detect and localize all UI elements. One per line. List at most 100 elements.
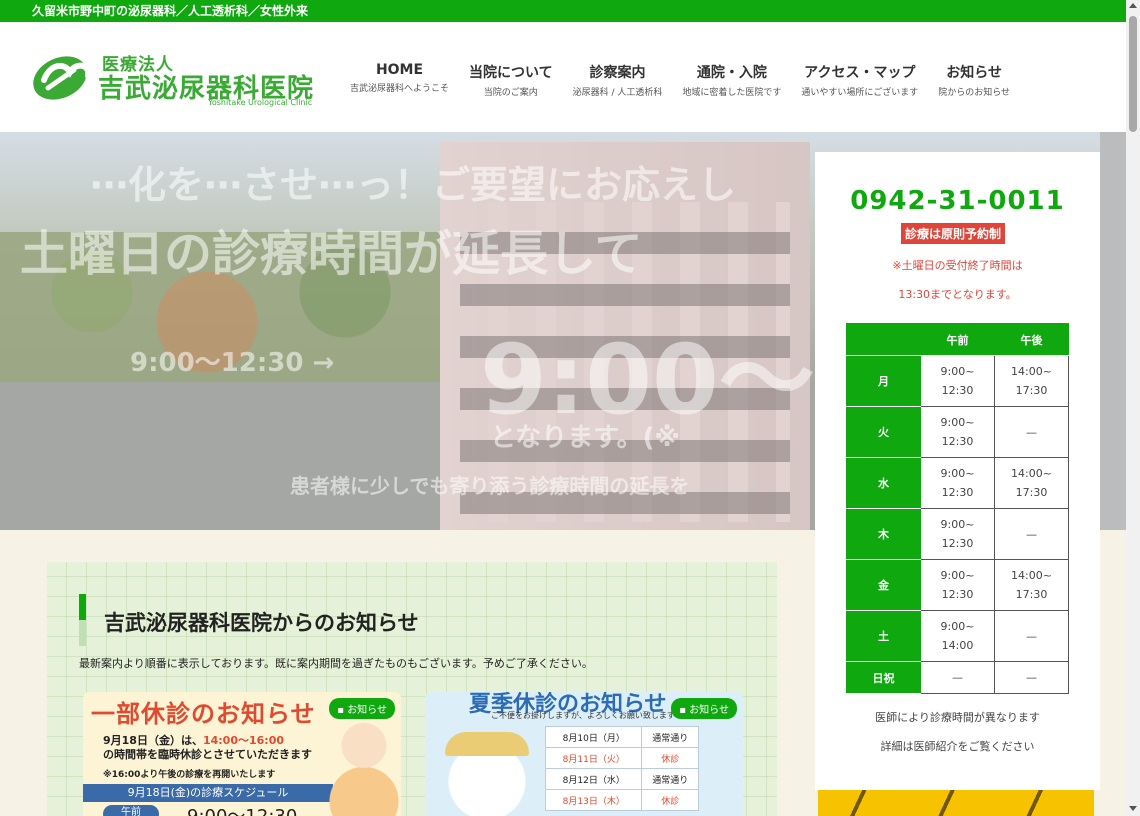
nav-subtitle: 通いやすい場所にございます xyxy=(801,88,919,98)
hero-text-line: 9:00〜12:30 → xyxy=(130,348,335,378)
news-heading: 吉武泌尿器科医院からのお知らせ xyxy=(104,611,419,635)
nav-item-services[interactable]: 診察案内 泌尿器科 / 人工透析科 xyxy=(573,62,663,98)
schedule-row: 8月10日（月） 通常通り xyxy=(544,726,699,748)
schedule-row: 8月13日（木） 休診 xyxy=(544,789,699,811)
hours-pm: — xyxy=(994,661,1069,694)
hours-row: 土 9:00~ 14:00— xyxy=(846,610,1069,662)
scroll-thumb[interactable] xyxy=(1129,16,1137,132)
nav-subtitle: 当院のご案内 xyxy=(483,88,538,98)
top-bar-text: 久留米市野中町の泌尿器科／人工透析科／女性外来 xyxy=(32,4,309,18)
page-scrollbar[interactable] xyxy=(1126,0,1140,816)
nav-item-home[interactable]: HOME 吉武泌尿器科へようこそ xyxy=(350,62,449,98)
scroll-down-arrow-icon[interactable] xyxy=(1129,806,1137,811)
card-line: の時間帯を臨時休診とさせていただきます xyxy=(103,748,312,761)
hours-header-pm: 午後 xyxy=(994,323,1069,356)
hours-am: 9:00~ 12:30 xyxy=(920,355,995,407)
schedule-date: 8月13日（木） xyxy=(544,789,643,811)
hero-text-line: ⋯化を⋯させ⋯っ！ご要望にお応えし xyxy=(90,163,737,207)
nav-item-visit[interactable]: 通院・入院 地域に密着した医院です xyxy=(682,62,781,98)
hours-day: 日祝 xyxy=(846,661,921,694)
card-schedule-bar: 9月18日(金)の診療スケジュール xyxy=(83,784,333,802)
news-description: 最新案内より順番に表示しております。既に案内期間を過ぎたものもございます。予めご… xyxy=(79,657,593,670)
card-am-chip: 午前 xyxy=(103,805,159,816)
heart-leaf-logo-icon xyxy=(33,56,92,100)
straw-hat-illustration xyxy=(445,732,529,756)
hero-text-line: 患者様に少しでも寄り添う診療時間の延長を xyxy=(290,474,690,498)
nav-subtitle: 吉武泌尿器科へようこそ xyxy=(350,84,450,94)
hours-header-corner xyxy=(846,323,921,356)
schedule-date: 8月10日（月） xyxy=(544,726,643,748)
hours-pm: — xyxy=(994,406,1069,458)
news-card-partial-closure[interactable]: 一部休診のお知らせ 9月18日（金）は、14:00〜16:00 の時間帯を臨時休… xyxy=(83,692,401,816)
badge-label: お知らせ xyxy=(689,705,729,716)
hours-day: 火 xyxy=(846,406,921,458)
hours-row: 火 9:00~ 12:30— xyxy=(846,406,1069,458)
nav-title: お知らせ xyxy=(946,65,1002,81)
hours-day: 金 xyxy=(846,559,921,611)
hours-row: 水 9:00~ 12:30 14:00~ 17:30 xyxy=(846,457,1069,509)
summer-schedule-table: 8月10日（月） 通常通り 8月11日（火） 休診 8月12日（水） 通常通り 8月13日（… xyxy=(544,726,699,811)
news-card-summer-closure[interactable]: 夏季休診のお知らせ ご不便をお掛けしますが、よろしくお願い致します 8月10日（… xyxy=(425,692,743,816)
nav-title: HOME xyxy=(375,62,424,78)
hours-pm: 14:00~ 17:30 xyxy=(994,559,1069,611)
nav-item-about[interactable]: 当院について 当院のご案内 xyxy=(469,62,553,98)
reservation-badge: 診療は原則予約制 xyxy=(901,223,1006,244)
doctor-intro-note: 詳細は医師紹介をご覧ください xyxy=(880,740,1035,753)
hours-pm: 14:00~ 17:30 xyxy=(994,457,1069,509)
nav-item-access[interactable]: アクセス・マップ 通いやすい場所にございます xyxy=(801,62,918,98)
schedule-row: 8月12日（水） 通常通り xyxy=(544,768,699,790)
hours-am: 9:00~ 14:00 xyxy=(920,610,995,662)
top-bar: 久留米市野中町の泌尿器科／人工透析科／女性外来 xyxy=(0,0,1126,22)
hours-day: 水 xyxy=(846,457,921,509)
nav-title: 通院・入院 xyxy=(696,65,767,81)
site-header: 医療法人 吉武泌尿器科医院 Yoshitake Urological Clini… xyxy=(0,22,1126,132)
news-category-badge: ▪ お知らせ xyxy=(329,698,395,719)
hours-am: 9:00~ 12:30 xyxy=(920,508,995,560)
nav-subtitle: 泌尿器科 / 人工透析科 xyxy=(572,88,663,98)
schedule-status: 通常通り xyxy=(641,768,699,790)
nav-subtitle: 院からのお知らせ xyxy=(938,88,1011,98)
clinic-hours-table: 午前 午後 月 9:00~ 12:30 14:00~ 17:30 火 9:00~ 12:… xyxy=(846,323,1069,694)
schedule-row: 8月11日（火） 休診 xyxy=(544,747,699,769)
scroll-up-arrow-icon[interactable] xyxy=(1129,3,1137,8)
card-title: 一部休診のお知らせ xyxy=(91,700,316,728)
hours-row: 月 9:00~ 12:30 14:00~ 17:30 xyxy=(846,355,1069,407)
badge-label: お知らせ xyxy=(347,705,387,716)
heading-accent-bar xyxy=(79,594,86,646)
nav-item-news[interactable]: お知らせ 院からのお知らせ xyxy=(938,62,1010,98)
clinic-logo[interactable]: 医療法人 吉武泌尿器科医院 Yoshitake Urological Clini… xyxy=(30,48,320,108)
schedule-status: 通常通り xyxy=(641,726,699,748)
hours-pm: 14:00~ 17:30 xyxy=(994,355,1069,407)
hero-text-line: となります。(※ xyxy=(490,423,680,453)
nav-title: 当院について xyxy=(469,65,553,81)
hours-pm: — xyxy=(994,610,1069,662)
sidebar-hours-panel: 0942-31-0011 診療は原則予約制 ※土曜日の受付終了時間は 13:30… xyxy=(815,152,1100,790)
hours-day: 木 xyxy=(846,508,921,560)
main-nav: HOME 吉武泌尿器科へようこそ 当院について 当院のご案内 診察案内 泌尿器科… xyxy=(350,62,1030,98)
hours-am: 9:00~ 12:30 xyxy=(920,457,995,509)
nav-title: 診察案内 xyxy=(589,65,646,81)
hours-row: 金 9:00~ 12:30 14:00~ 17:30 xyxy=(846,559,1069,611)
hours-day: 土 xyxy=(846,610,921,662)
hours-am: 9:00~ 12:30 xyxy=(920,559,995,611)
nav-subtitle: 地域に密着した医院です xyxy=(682,88,782,98)
card-time: 9:00〜12:30 xyxy=(187,802,297,816)
hours-row: 木 9:00~ 12:30— xyxy=(846,508,1069,560)
hours-am: 9:00~ 12:30 xyxy=(920,406,995,458)
saturday-note: 13:30までとなります。 xyxy=(898,288,1017,301)
phone-number[interactable]: 0942-31-0011 xyxy=(815,186,1100,216)
card-subtitle: ご不便をお掛けしますが、よろしくお願い致します xyxy=(491,711,675,720)
hours-row: 日祝 — — xyxy=(846,661,1069,694)
schedule-date: 8月12日（水） xyxy=(544,768,643,790)
doctor-hours-note: 医師により診療時間が異なります xyxy=(875,711,1040,724)
nurse-illustration xyxy=(329,718,399,816)
news-section: 吉武泌尿器科医院からのお知らせ 最新案内より順番に表示しております。既に案内期間… xyxy=(47,562,777,816)
hours-day: 月 xyxy=(846,355,921,407)
schedule-status: 休診 xyxy=(641,747,699,769)
schedule-status: 休診 xyxy=(641,789,699,811)
hours-pm: — xyxy=(994,508,1069,560)
news-category-badge: ▪ お知らせ xyxy=(671,698,737,719)
schedule-date: 8月11日（火） xyxy=(544,747,643,769)
sidebar-banner-image[interactable] xyxy=(818,790,1094,816)
hours-am: — xyxy=(920,661,995,694)
